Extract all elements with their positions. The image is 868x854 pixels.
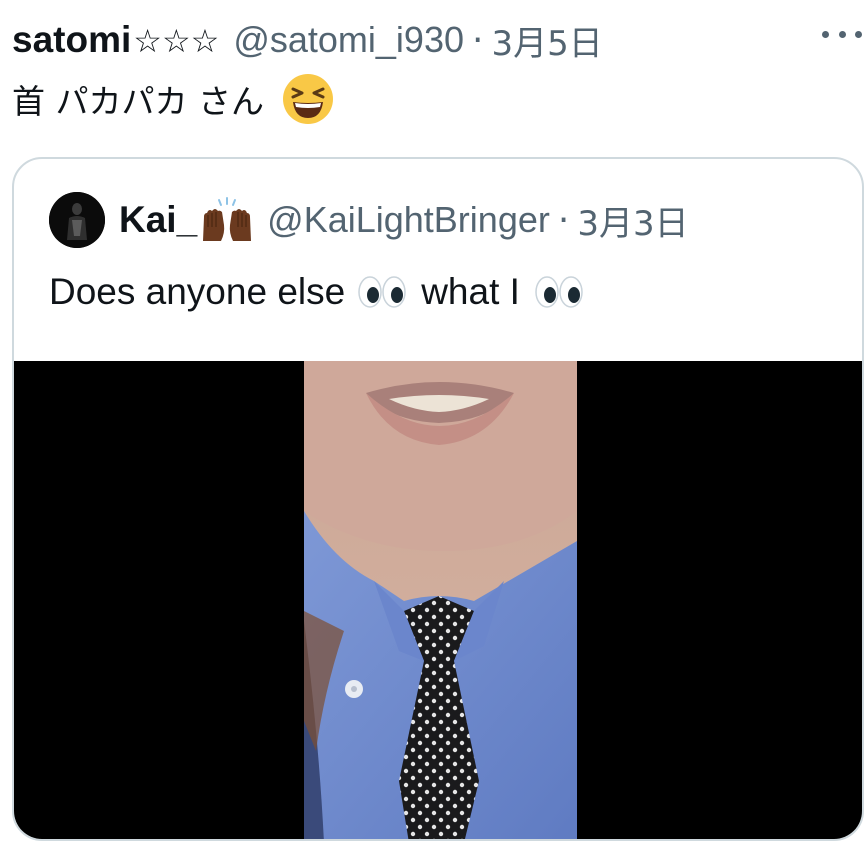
- quoted-text-part2: what I: [421, 271, 520, 312]
- name-stars: ☆☆☆: [133, 23, 220, 59]
- eyes-icon: [358, 276, 406, 308]
- more-options-icon[interactable]: [822, 22, 862, 46]
- quoted-tweet-header: Kai_ @KaiLightBringer · 3月3日: [49, 192, 689, 248]
- quoted-display-name[interactable]: Kai_: [119, 199, 197, 241]
- display-name[interactable]: satomi☆☆☆: [12, 19, 219, 61]
- eyes-icon: [535, 276, 583, 308]
- avatar-image: [49, 192, 105, 248]
- user-handle[interactable]: @satomi_i930: [233, 19, 464, 61]
- video-thumbnail: [304, 361, 577, 839]
- quoted-user-handle[interactable]: @KaiLightBringer: [267, 199, 550, 241]
- video-frame: [304, 361, 577, 839]
- tweet-text: 首 パカパカ さん: [12, 72, 334, 126]
- quoted-tweet-text: Does anyone else what I: [49, 267, 584, 317]
- tweet-date[interactable]: 3月5日: [491, 16, 602, 65]
- grinning-squinting-face-icon: [282, 74, 333, 124]
- avatar[interactable]: [49, 192, 105, 248]
- tweet-text-content: 首 パカパカ さん: [12, 82, 264, 121]
- quoted-tweet-date[interactable]: 3月3日: [577, 196, 688, 245]
- tweet-header: satomi☆☆☆ @satomi_i930 · 3月5日: [12, 14, 868, 66]
- video-player[interactable]: [14, 361, 862, 839]
- quoted-separator-dot: ·: [557, 199, 570, 241]
- separator-dot: ·: [472, 19, 484, 61]
- raising-hands-icon: [203, 197, 252, 241]
- quoted-text-part1: Does anyone else: [49, 271, 346, 312]
- quoted-tweet-card[interactable]: Kai_ @KaiLightBringer · 3月3日 Does anyone…: [12, 157, 864, 841]
